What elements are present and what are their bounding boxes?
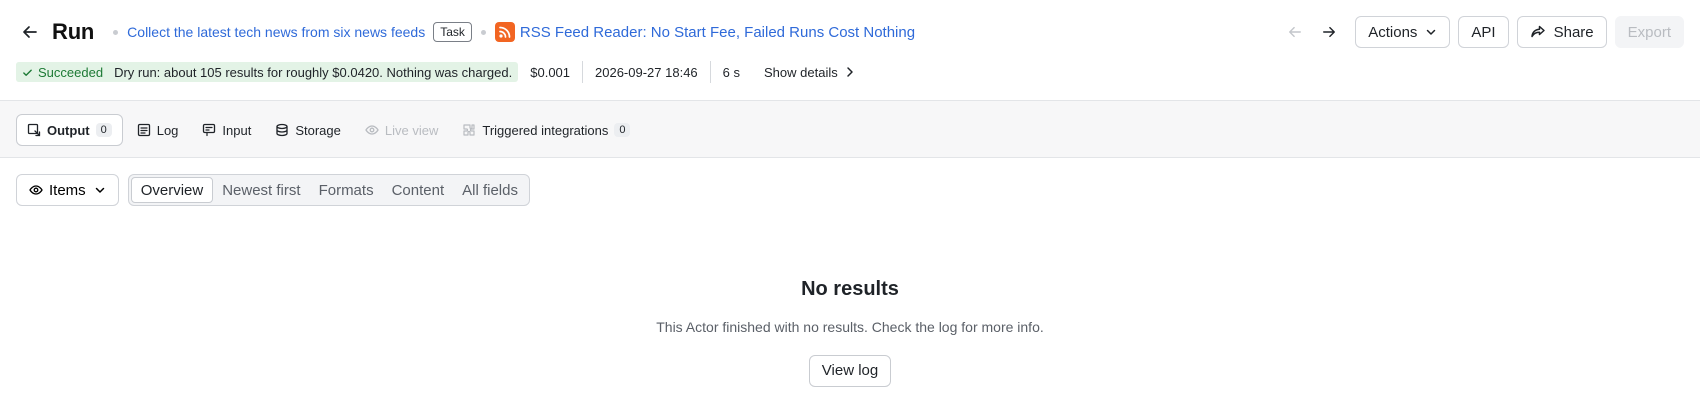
status-badge: Succeeded bbox=[16, 62, 110, 82]
share-icon bbox=[1530, 25, 1545, 38]
arrow-right-icon bbox=[1323, 26, 1336, 38]
export-button[interactable]: Export bbox=[1614, 16, 1684, 48]
output-toolbar: Items Overview Newest first Formats Cont… bbox=[16, 174, 530, 206]
page-title: Run bbox=[52, 19, 95, 44]
previous-run-button[interactable] bbox=[1279, 16, 1311, 48]
run-tabbar: Output 0 Log Input Storage Live view Tri… bbox=[0, 100, 1700, 158]
tab-live-view[interactable]: Live view bbox=[355, 114, 448, 146]
empty-state-text: This Actor finished with no results. Che… bbox=[656, 319, 1044, 335]
log-icon bbox=[137, 123, 150, 137]
export-button-label: Export bbox=[1627, 23, 1671, 41]
rss-icon bbox=[494, 22, 515, 42]
status-row: Succeeded Dry run: about 105 results for… bbox=[16, 60, 855, 84]
view-newest-first[interactable]: Newest first bbox=[213, 177, 309, 203]
header-actions: Actions API Share Export bbox=[1279, 15, 1684, 49]
status-banner: Succeeded Dry run: about 105 results for… bbox=[16, 62, 519, 82]
items-dropdown[interactable]: Items bbox=[16, 174, 119, 206]
run-cost: $0.001 bbox=[530, 64, 571, 80]
separator-dot bbox=[113, 29, 119, 35]
show-details-label: Show details bbox=[764, 64, 838, 80]
tab-input[interactable]: Input bbox=[192, 114, 261, 146]
tab-live-view-label: Live view bbox=[384, 122, 439, 138]
show-details-button[interactable]: Show details bbox=[752, 65, 855, 80]
dry-run-note: Dry run: about 105 results for roughly $… bbox=[114, 64, 513, 80]
output-icon bbox=[27, 123, 41, 137]
eye-icon bbox=[29, 185, 43, 195]
tab-input-label: Input bbox=[222, 122, 252, 138]
chevron-down-icon bbox=[95, 187, 104, 193]
view-switcher: Overview Newest first Formats Content Al… bbox=[127, 174, 530, 206]
tab-list: Output 0 Log Input Storage Live view Tri… bbox=[16, 114, 644, 146]
view-overview[interactable]: Overview bbox=[130, 177, 214, 203]
run-duration: 6 s bbox=[722, 64, 741, 80]
task-link[interactable]: Collect the latest tech news from six ne… bbox=[127, 24, 425, 40]
run-started: 2026-09-27 18:46 bbox=[595, 64, 698, 80]
items-dropdown-label: Items bbox=[49, 181, 86, 199]
api-button-label: API bbox=[1471, 23, 1496, 41]
arrow-left-icon bbox=[23, 26, 37, 38]
share-button[interactable]: Share bbox=[1516, 16, 1607, 48]
actions-button[interactable]: Actions bbox=[1355, 16, 1451, 48]
tab-log-label: Log bbox=[156, 122, 179, 138]
input-icon bbox=[203, 123, 216, 137]
tab-storage[interactable]: Storage bbox=[265, 114, 351, 146]
tab-log[interactable]: Log bbox=[127, 114, 189, 146]
view-formats[interactable]: Formats bbox=[310, 177, 383, 203]
tab-output[interactable]: Output 0 bbox=[16, 114, 123, 146]
tab-triggered-integrations-count: 0 bbox=[614, 123, 631, 137]
task-badge: Task bbox=[433, 22, 472, 42]
api-button[interactable]: API bbox=[1458, 16, 1509, 48]
tab-output-label: Output bbox=[47, 122, 90, 138]
view-content[interactable]: Content bbox=[383, 177, 454, 203]
arrow-left-icon bbox=[1289, 26, 1302, 38]
actions-button-label: Actions bbox=[1368, 23, 1418, 41]
view-all-fields[interactable]: All fields bbox=[453, 177, 527, 203]
view-log-button[interactable]: View log bbox=[808, 355, 892, 387]
run-header: Run Collect the latest tech news from si… bbox=[0, 0, 1700, 100]
integrations-icon bbox=[463, 124, 475, 136]
back-button[interactable] bbox=[16, 18, 44, 46]
storage-icon bbox=[276, 123, 288, 137]
share-button-label: Share bbox=[1553, 23, 1594, 41]
chevron-down-icon bbox=[1427, 29, 1436, 35]
chevron-right-icon bbox=[846, 67, 853, 77]
next-run-button[interactable] bbox=[1313, 16, 1345, 48]
actor-link[interactable]: RSS Feed Reader: No Start Fee, Failed Ru… bbox=[520, 24, 915, 41]
separator-dot bbox=[480, 29, 486, 35]
empty-state: No results This Actor finished with no r… bbox=[0, 278, 1700, 387]
check-icon bbox=[23, 69, 32, 76]
empty-state-title: No results bbox=[801, 278, 899, 300]
tab-triggered-integrations[interactable]: Triggered integrations 0 bbox=[452, 114, 640, 146]
live-view-icon bbox=[365, 125, 379, 135]
tab-storage-label: Storage bbox=[295, 122, 341, 138]
tab-triggered-integrations-label: Triggered integrations bbox=[482, 122, 609, 138]
tab-output-count: 0 bbox=[95, 123, 112, 137]
title-row: Run Collect the latest tech news from si… bbox=[16, 14, 915, 50]
status-badge-label: Succeeded bbox=[38, 64, 104, 80]
